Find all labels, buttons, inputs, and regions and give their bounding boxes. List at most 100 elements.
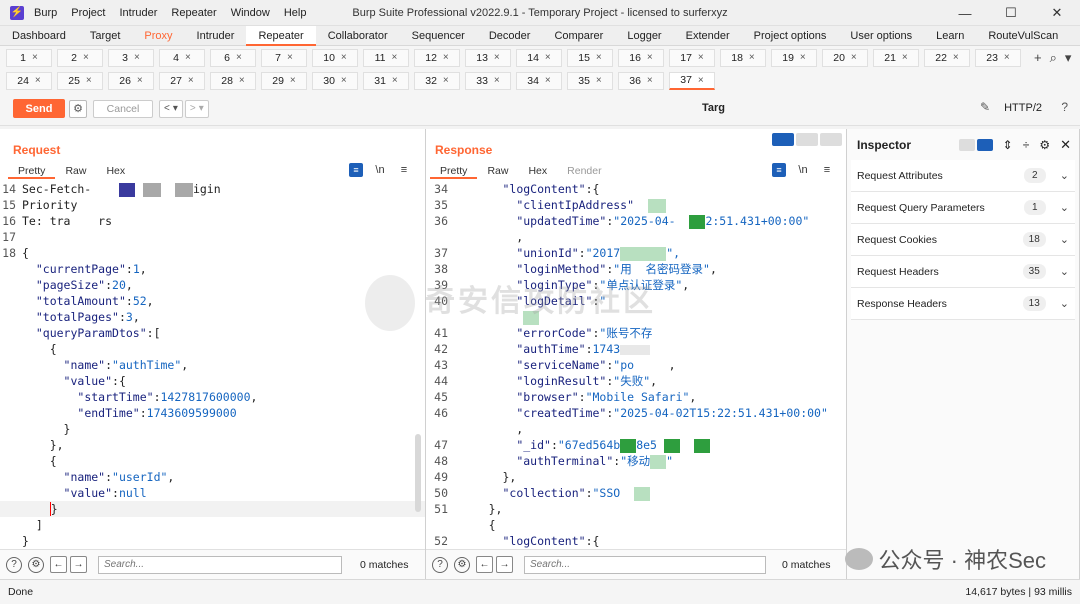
repeater-tab-12[interactable]: 12 × [414, 48, 460, 67]
repeater-tab-27[interactable]: 27 × [159, 71, 205, 90]
repeater-tab-22[interactable]: 22 × [924, 48, 970, 67]
chevron-down-icon[interactable]: ⌄ [1060, 233, 1069, 246]
gear-icon[interactable]: ⚙ [28, 556, 44, 573]
close-tab-icon[interactable]: × [596, 52, 602, 63]
prev-match-button[interactable]: ← [50, 556, 67, 573]
chevron-down-icon[interactable]: ▾ [1065, 50, 1072, 66]
tab-request-hex[interactable]: Hex [96, 163, 135, 179]
chevron-down-icon[interactable]: ⌄ [1060, 265, 1069, 278]
cancel-button[interactable]: Cancel [93, 99, 153, 118]
tab-sequencer[interactable]: Sequencer [400, 26, 477, 46]
repeater-tab-21[interactable]: 21 × [873, 48, 919, 67]
repeater-tab-31[interactable]: 31 × [363, 71, 409, 90]
prev-match-button[interactable]: ← [476, 556, 493, 573]
tab-intruder[interactable]: Intruder [185, 26, 247, 46]
close-tab-icon[interactable]: × [443, 52, 449, 63]
inspector-section-request-query-parameters[interactable]: Request Query Parameters 1 ⌄ [851, 192, 1075, 224]
repeater-tab-1[interactable]: 1 × [6, 48, 52, 67]
menu-intruder[interactable]: Intruder [120, 7, 158, 19]
inspector-section-request-attributes[interactable]: Request Attributes 2 ⌄ [851, 160, 1075, 192]
forward-button[interactable]: > ▾ [184, 99, 209, 118]
tab-comparer[interactable]: Comparer [542, 26, 615, 46]
menu-repeater[interactable]: Repeater [171, 7, 216, 19]
repeater-tab-23[interactable]: 23 × [975, 48, 1021, 67]
layout-tabs-icon[interactable] [820, 133, 842, 146]
request-editor[interactable]: 14 Sec-Fetch- igin 15 Priority 16 Te: tra r… [0, 181, 425, 548]
tab-dashboard[interactable]: Dashboard [0, 26, 78, 46]
tab-target[interactable]: Target [78, 26, 133, 46]
repeater-tab-4[interactable]: 4 × [159, 48, 205, 67]
close-tab-icon[interactable]: × [134, 52, 140, 63]
tab-response-pretty[interactable]: Pretty [430, 163, 478, 179]
repeater-tab-17[interactable]: 17 × [669, 48, 715, 67]
close-tab-icon[interactable]: × [35, 75, 41, 86]
gear-icon[interactable]: ⚙ [1039, 138, 1050, 152]
format-icon[interactable]: ≡ [772, 163, 786, 177]
response-search-input[interactable] [524, 555, 766, 574]
close-tab-icon[interactable]: × [290, 75, 296, 86]
tab-request-pretty[interactable]: Pretty [8, 163, 56, 179]
close-tab-icon[interactable]: × [902, 52, 908, 63]
minimize-icon[interactable]: — [942, 0, 988, 26]
tab-collaborator[interactable]: Collaborator [316, 26, 400, 46]
close-tab-icon[interactable]: × [698, 52, 704, 63]
close-tab-icon[interactable]: × [953, 52, 959, 63]
tab-response-render[interactable]: Render [557, 163, 611, 179]
tab-routevulscan[interactable]: RouteVulScan [976, 26, 1070, 46]
close-tab-icon[interactable]: × [545, 52, 551, 63]
repeater-tab-11[interactable]: 11 × [363, 48, 409, 67]
repeater-tab-34[interactable]: 34 × [516, 71, 562, 90]
menu-project[interactable]: Project [71, 7, 105, 19]
repeater-tab-28[interactable]: 28 × [210, 71, 256, 90]
inspector-section-request-headers[interactable]: Request Headers 35 ⌄ [851, 256, 1075, 288]
newline-icon[interactable]: \n [796, 163, 810, 177]
repeater-tab-36[interactable]: 36 × [618, 71, 664, 90]
gear-icon[interactable]: ⚙ [454, 556, 470, 573]
close-tab-icon[interactable]: × [188, 75, 194, 86]
repeater-tab-18[interactable]: 18 × [720, 48, 766, 67]
chevron-down-icon[interactable]: ⌄ [1060, 297, 1069, 310]
maximize-icon[interactable]: ☐ [988, 0, 1034, 26]
menu-icon[interactable]: ≡ [397, 163, 411, 177]
repeater-tab-6[interactable]: 6 × [210, 48, 256, 67]
inspector-section-response-headers[interactable]: Response Headers 13 ⌄ [851, 288, 1075, 320]
repeater-tab-26[interactable]: 26 × [108, 71, 154, 90]
repeater-tab-15[interactable]: 15 × [567, 48, 613, 67]
inspector-section-request-cookies[interactable]: Request Cookies 18 ⌄ [851, 224, 1075, 256]
close-tab-icon[interactable]: × [236, 52, 242, 63]
tab-user-options[interactable]: User options [838, 26, 924, 46]
layout-split-icon[interactable] [772, 133, 794, 146]
repeater-tab-33[interactable]: 33 × [465, 71, 511, 90]
help-icon[interactable]: ? [432, 556, 448, 573]
layout-list-icon[interactable] [958, 139, 975, 151]
repeater-tab-32[interactable]: 32 × [414, 71, 460, 90]
next-match-button[interactable]: → [70, 556, 87, 573]
repeater-tab-14[interactable]: 14 × [516, 48, 562, 67]
close-tab-icon[interactable]: × [1004, 52, 1010, 63]
close-tab-icon[interactable]: × [392, 75, 398, 86]
http-version-toggle[interactable]: HTTP/2 [1004, 102, 1042, 114]
menu-window[interactable]: Window [231, 7, 270, 19]
close-tab-icon[interactable]: × [800, 52, 806, 63]
gear-icon[interactable]: ⚙ [69, 99, 87, 118]
repeater-tab-35[interactable]: 35 × [567, 71, 613, 90]
close-tab-icon[interactable]: × [86, 75, 92, 86]
add-tab-icon[interactable]: + [1034, 50, 1042, 65]
close-tab-icon[interactable]: × [545, 75, 551, 86]
tab-request-raw[interactable]: Raw [55, 163, 96, 179]
help-icon[interactable]: ? [6, 556, 22, 573]
tab-response-raw[interactable]: Raw [477, 163, 518, 179]
repeater-tab-13[interactable]: 13 × [465, 48, 511, 67]
close-tab-icon[interactable]: × [647, 75, 653, 86]
chevron-down-icon[interactable]: ⌄ [1060, 201, 1069, 214]
menu-burp[interactable]: Burp [34, 7, 57, 19]
menu-icon[interactable]: ≡ [820, 163, 834, 177]
close-tab-icon[interactable]: × [749, 52, 755, 63]
repeater-tab-3[interactable]: 3 × [108, 48, 154, 67]
close-icon[interactable]: ✕ [1034, 0, 1080, 26]
close-tab-icon[interactable]: × [443, 75, 449, 86]
menu-help[interactable]: Help [284, 7, 307, 19]
back-button[interactable]: < ▾ [159, 99, 183, 118]
repeater-tab-20[interactable]: 20 × [822, 48, 868, 67]
close-tab-icon[interactable]: × [392, 52, 398, 63]
